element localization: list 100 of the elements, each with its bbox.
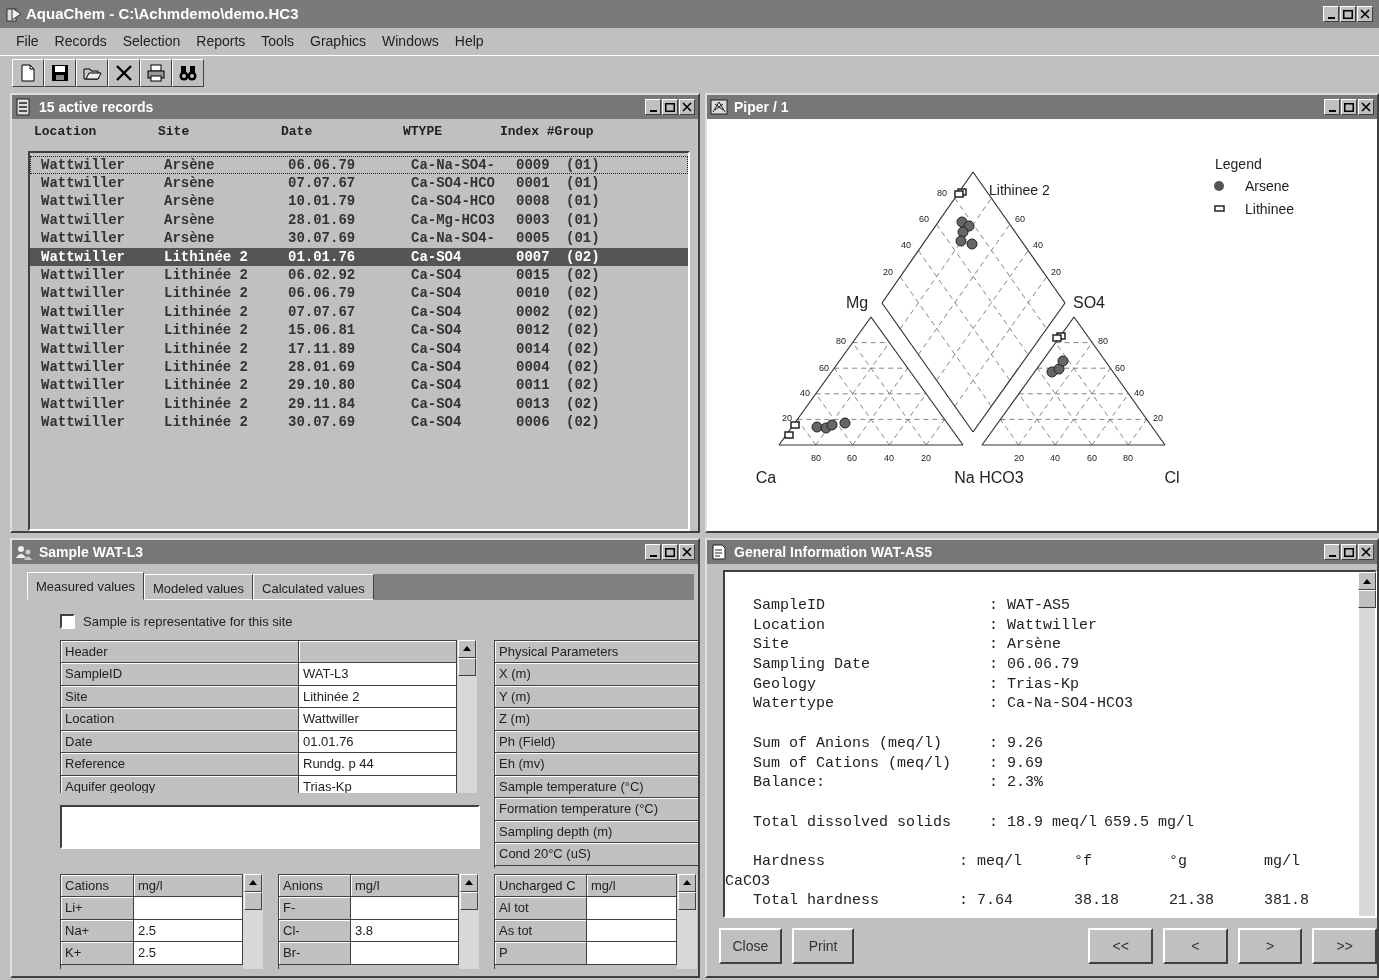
dialog-button[interactable]: < xyxy=(1163,928,1228,964)
table-cell[interactable]: Rundg. p 44 xyxy=(299,753,457,776)
record-row[interactable]: Wattwiller Lithinée 2 06.06.79 Ca-SO4 0010 (02) xyxy=(30,284,688,304)
comment-field[interactable] xyxy=(60,804,480,849)
scrollbar[interactable] xyxy=(457,639,477,793)
column-header[interactable]: WTYPE xyxy=(403,122,500,142)
info-value: °f xyxy=(1074,851,1093,872)
record-row[interactable]: Wattwiller Arsène 28.01.69 Ca-Mg-HCO3 0003 (01) xyxy=(30,211,688,230)
tab[interactable]: Calculated values xyxy=(253,574,374,600)
info-value: : 2.3% xyxy=(989,773,1044,793)
tick-label: 80 xyxy=(836,336,846,346)
menu-item[interactable]: File xyxy=(16,31,39,52)
scroll-thumb[interactable] xyxy=(1358,590,1376,608)
row-header: X (m) xyxy=(495,663,698,686)
column-header: Cations xyxy=(61,874,134,897)
info-label: Sum of Anions (meq/l) xyxy=(753,733,944,754)
tick-label: 40 xyxy=(1050,453,1060,463)
table-cell[interactable] xyxy=(351,942,459,965)
minimize-button[interactable] xyxy=(1324,544,1340,560)
minimize-button[interactable] xyxy=(1324,99,1340,115)
record-row[interactable]: Wattwiller Arsène 10.01.79 Ca-SO4-HCO 0008 (01) xyxy=(30,192,688,212)
checkbox-label: Sample is representative for this site xyxy=(83,613,293,631)
record-row[interactable]: Wattwiller Lithinée 2 17.11.89 Ca-SO4 0014 (02) xyxy=(30,339,688,359)
table-cell[interactable] xyxy=(134,897,243,920)
scrollbar[interactable] xyxy=(459,873,479,969)
table-cell[interactable]: Wattwiller xyxy=(299,708,457,731)
toolbar-button[interactable] xyxy=(44,59,76,87)
close-button[interactable] xyxy=(1358,544,1374,560)
record-row[interactable]: Wattwiller Arsène 07.07.67 Ca-SO4-HCO 0001 (01) xyxy=(30,174,688,193)
table-cell[interactable]: 2.5 xyxy=(134,942,243,965)
dialog-button[interactable]: >> xyxy=(1312,928,1377,964)
minimize-button[interactable] xyxy=(1323,6,1339,22)
tick-label: 40 xyxy=(800,388,810,398)
toolbar-button[interactable] xyxy=(140,59,172,87)
table-cell[interactable] xyxy=(587,942,677,965)
dialog-button[interactable]: Close xyxy=(719,928,782,964)
record-row[interactable]: Wattwiller Lithinée 2 28.01.69 Ca-SO4 0004 (02) xyxy=(30,358,688,377)
info-label: Sampling Date xyxy=(753,655,872,675)
record-row[interactable]: Wattwiller Arsène 06.06.79 Ca-Na-SO4- 0009 (01) xyxy=(30,156,688,175)
column-header[interactable]: Date xyxy=(281,122,403,142)
dialog-button[interactable]: > xyxy=(1237,928,1303,964)
scrollbar[interactable] xyxy=(243,873,263,969)
maximize-button[interactable] xyxy=(662,99,678,115)
tab[interactable]: Measured values xyxy=(27,572,144,600)
close-icon xyxy=(1361,102,1371,112)
table-cell[interactable] xyxy=(587,897,677,920)
record-row[interactable]: Wattwiller Lithinée 2 07.07.67 Ca-SO4 0002 (02) xyxy=(30,303,688,322)
checkbox[interactable] xyxy=(60,614,75,630)
record-row[interactable]: Wattwiller Lithinée 2 30.07.69 Ca-SO4 0006 (02) xyxy=(30,413,688,432)
toolbar-button[interactable] xyxy=(12,59,44,87)
record-row[interactable]: Wattwiller Lithinée 2 01.01.76 Ca-SO4 0007 (02) xyxy=(30,247,688,267)
maximize-button[interactable] xyxy=(1341,544,1357,560)
minimize-icon xyxy=(1327,17,1335,19)
info-value: : 7.64 xyxy=(959,891,1014,911)
record-row[interactable]: Wattwiller Lithinée 2 29.11.84 Ca-SO4 0013 (02) xyxy=(30,395,688,414)
row-header: Al tot xyxy=(495,897,587,920)
column-header[interactable]: Index #Group xyxy=(500,122,640,142)
maximize-button[interactable] xyxy=(662,544,678,560)
menu-item[interactable]: Graphics xyxy=(310,31,367,52)
table-cell[interactable] xyxy=(351,897,459,920)
table-cell[interactable]: Lithinée 2 xyxy=(299,685,457,708)
table-cell[interactable]: 01.01.76 xyxy=(299,730,457,753)
record-row[interactable]: Wattwiller Lithinée 2 29.10.80 Ca-SO4 0011 (02) xyxy=(30,376,688,396)
maximize-icon xyxy=(1343,9,1353,19)
dialog-button[interactable]: Print xyxy=(791,928,855,964)
info-value: 21.38 xyxy=(1169,891,1215,911)
minimize-button[interactable] xyxy=(645,544,661,560)
table-cell[interactable]: WAT-L3 xyxy=(299,663,457,686)
toolbar-button[interactable] xyxy=(108,59,140,87)
menu-item[interactable]: Selection xyxy=(122,31,181,52)
tab[interactable]: Modeled values xyxy=(144,574,254,600)
menu-item[interactable]: Help xyxy=(454,31,484,52)
column-header[interactable]: Site xyxy=(158,122,281,142)
table-cell[interactable]: 3.8 xyxy=(351,919,459,942)
table-cell[interactable]: 2.5 xyxy=(134,919,243,942)
close-button[interactable] xyxy=(1357,6,1373,22)
column-header[interactable]: Location xyxy=(34,122,158,142)
menu-item[interactable]: Windows xyxy=(382,31,439,52)
maximize-button[interactable] xyxy=(1340,6,1356,22)
dialog-button[interactable]: << xyxy=(1088,928,1154,964)
record-row[interactable]: Wattwiller Arsène 30.07.69 Ca-Na-SO4- 0005 (01) xyxy=(30,229,688,248)
scrollbar[interactable] xyxy=(677,873,697,969)
menu-item[interactable]: Tools xyxy=(261,31,294,52)
window-title: Sample WAT-L3 xyxy=(39,542,143,562)
record-row[interactable]: Wattwiller Lithinée 2 15.06.81 Ca-SO4 0012 (02) xyxy=(30,321,688,340)
tick-label: 40 xyxy=(901,240,911,250)
menu-item[interactable]: Reports xyxy=(196,31,246,52)
row-header: K+ xyxy=(61,942,134,965)
table-cell[interactable] xyxy=(587,919,677,942)
maximize-button[interactable] xyxy=(1341,99,1357,115)
toolbar-button[interactable] xyxy=(76,59,108,87)
close-button[interactable] xyxy=(679,99,695,115)
tick-label: 60 xyxy=(819,363,829,373)
record-row[interactable]: Wattwiller Lithinée 2 06.02.92 Ca-SO4 0015 (02) xyxy=(30,266,688,285)
minimize-button[interactable] xyxy=(645,99,661,115)
toolbar-button[interactable] xyxy=(172,59,204,87)
close-button[interactable] xyxy=(679,544,695,560)
menu-item[interactable]: Records xyxy=(54,31,107,52)
close-button[interactable] xyxy=(1358,99,1374,115)
scrollbar[interactable] xyxy=(1359,572,1375,916)
